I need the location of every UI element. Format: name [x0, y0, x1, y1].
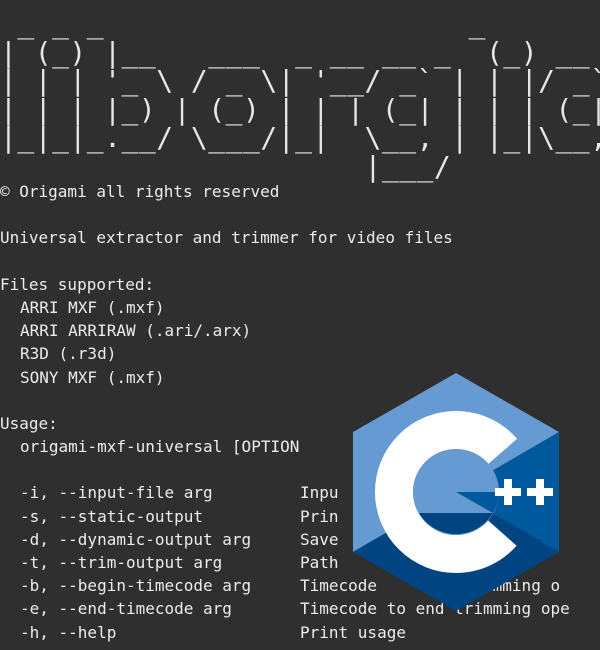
file-type-item: ARRI MXF (.mxf) [20, 297, 165, 317]
logo-plus-2-v [536, 479, 544, 505]
terminal-window: _ _ _ _ | (_) |__ ___ _ __ __ _ (_) __ _… [0, 0, 600, 650]
files-heading: Files supported: [0, 274, 155, 294]
option-description: Inpu [300, 483, 339, 503]
option-flag: -s, --static-output [20, 506, 204, 526]
option-flag: -b, --begin-timecode arg [20, 576, 252, 596]
option-flag: -i, --input-file arg [20, 483, 213, 503]
file-type-item: ARRI ARRIRAW (.ari/.arx) [20, 321, 252, 341]
option-flag: -e, --end-timecode arg [20, 599, 232, 619]
option-description: Print usage [300, 622, 406, 642]
logo-plus-1-v [504, 479, 512, 505]
option-flag: -d, --dynamic-output arg [20, 529, 252, 549]
file-type-item: R3D (.r3d) [20, 344, 117, 364]
copyright-line: © Origami all rights reserved [0, 182, 280, 201]
cplusplus-logo-icon [353, 373, 559, 611]
blank-line [0, 203, 570, 226]
option-flag: -t, --trim-output arg [20, 553, 223, 572]
option-flag: -h, --help [20, 622, 117, 642]
description-line: Universal extractor and trimmer for vide… [0, 228, 453, 248]
ascii-banner: _ _ _ _ | (_) |__ ___ _ __ __ _ (_) __ _… [0, 7, 600, 183]
option-row: -h, --help Print usage [0, 621, 570, 644]
blank-line [0, 250, 570, 273]
